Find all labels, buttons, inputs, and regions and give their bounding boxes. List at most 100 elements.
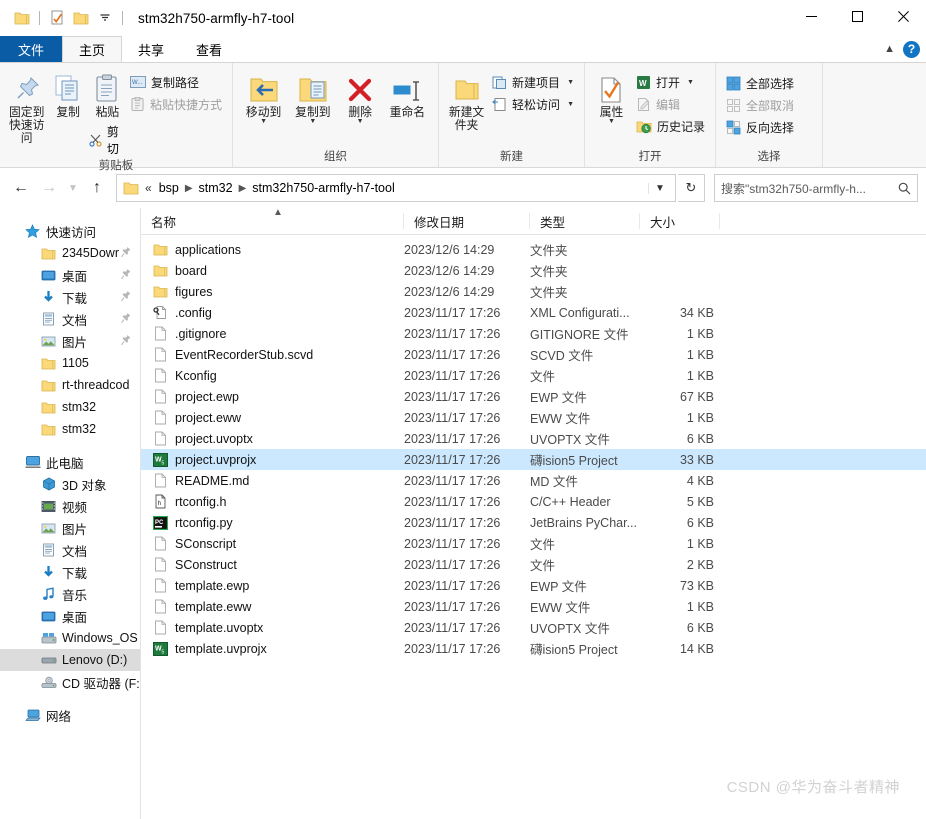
table-row[interactable]: README.md 2023/11/17 17:26 MD 文件 4 KB (141, 470, 926, 491)
quick-access-dropdown-icon[interactable] (93, 6, 117, 30)
nav-item-documents[interactable]: 文档 (0, 308, 140, 330)
copy-button[interactable]: 复制 (47, 66, 88, 119)
copy-to-caret-icon[interactable]: ▼ (309, 118, 316, 125)
properties-button[interactable]: 属性 ▼ (591, 66, 632, 125)
nav-item-stm32-a[interactable]: stm32 (0, 396, 140, 418)
tab-share[interactable]: 共享 (122, 36, 180, 62)
table-row[interactable]: template.uvoptx 2023/11/17 17:26 UVOPTX … (141, 617, 926, 638)
select-all-button[interactable]: 全部选择 (722, 72, 798, 94)
breadcrumb-separator-icon[interactable]: ▶ (237, 183, 249, 194)
table-row[interactable]: figures 2023/12/6 14:29 文件夹 (141, 281, 926, 302)
table-row[interactable]: EventRecorderStub.scvd 2023/11/17 17:26 … (141, 344, 926, 365)
search-input[interactable]: 搜索"stm32h750-armfly-h... (714, 174, 918, 202)
table-row[interactable]: Kconfig 2023/11/17 17:26 文件 1 KB (141, 365, 926, 386)
nav-item-rt-threadcod[interactable]: rt-threadcod (0, 374, 140, 396)
address-dropdown-icon[interactable]: ▼ (648, 182, 671, 194)
nav-item-windows-os[interactable]: Windows_OS (0, 627, 140, 649)
breadcrumb-overflow[interactable]: « (142, 181, 155, 195)
nav-item-desktop-pc[interactable]: 桌面 (0, 605, 140, 627)
table-row[interactable]: project.uvoptx 2023/11/17 17:26 UVOPTX 文… (141, 428, 926, 449)
help-icon[interactable]: ? (903, 40, 920, 58)
breadcrumb-separator-icon[interactable]: ▶ (183, 183, 195, 194)
nav-item-pictures[interactable]: 图片 (0, 330, 140, 352)
table-row[interactable]: h rtconfig.h 2023/11/17 17:26 C/C++ Heade… (141, 491, 926, 512)
back-arrow-icon[interactable]: ← (8, 175, 34, 201)
table-row[interactable]: project.eww 2023/11/17 17:26 EWW 文件 1 KB (141, 407, 926, 428)
column-header-date[interactable]: 修改日期 (404, 213, 530, 230)
move-to-caret-icon[interactable]: ▼ (260, 118, 267, 125)
invert-selection-button[interactable]: 反向选择 (722, 116, 798, 138)
breadcrumb[interactable]: « bsp ▶ stm32 ▶ stm32h750-armfly-h7-tool… (116, 174, 676, 202)
forward-arrow-icon[interactable]: → (36, 175, 62, 201)
table-row[interactable]: template.ewp 2023/11/17 17:26 EWP 文件 73 … (141, 575, 926, 596)
rename-button[interactable]: 重命名 (383, 66, 431, 119)
nav-root-network[interactable]: 网络 (0, 704, 140, 726)
nav-item-downloads-pc[interactable]: 下载 (0, 561, 140, 583)
pin-icon[interactable] (120, 246, 131, 259)
table-row[interactable]: applications 2023/12/6 14:29 文件夹 (141, 239, 926, 260)
delete-caret-icon[interactable]: ▼ (357, 118, 364, 125)
cut-label[interactable]: 剪切 (107, 123, 126, 157)
pin-icon[interactable] (120, 290, 131, 303)
select-none-button[interactable]: 全部取消 (722, 94, 798, 116)
column-header-type[interactable]: 类型 (530, 213, 640, 230)
pin-icon[interactable] (120, 312, 131, 325)
nav-item-pictures-pc[interactable]: 图片 (0, 517, 140, 539)
pin-icon[interactable] (120, 268, 131, 281)
chevron-up-icon[interactable]: ▲ (884, 43, 895, 55)
pin-to-quick-access-button[interactable]: 固定到快速访问 (6, 66, 47, 145)
nav-item-lenovo-d[interactable]: Lenovo (D:) (0, 649, 140, 671)
nav-item-desktop[interactable]: 桌面 (0, 264, 140, 286)
recent-locations-chevron-down-icon[interactable]: ▼ (64, 175, 82, 201)
maximize-button[interactable] (834, 0, 880, 32)
refresh-icon[interactable]: ↻ (678, 174, 705, 202)
column-header-size[interactable]: 大小 (640, 213, 720, 230)
nav-item-music[interactable]: 音乐 (0, 583, 140, 605)
copy-path-button[interactable]: W... 复制路径 (126, 71, 226, 93)
new-item-caret-icon[interactable]: ▼ (567, 79, 574, 86)
table-row[interactable]: PC rtconfig.py 2023/11/17 17:26 JetBrains… (141, 512, 926, 533)
nav-item-downloads[interactable]: 下载 (0, 286, 140, 308)
pin-icon[interactable] (120, 334, 131, 347)
breadcrumb-item-stm32[interactable]: stm32 (195, 181, 237, 195)
nav-root-quick-access[interactable]: 快速访问 (0, 220, 140, 242)
table-row[interactable]: SConscript 2023/11/17 17:26 文件 1 KB (141, 533, 926, 554)
nav-root-this-pc[interactable]: 此电脑 (0, 451, 140, 473)
new-item-button[interactable]: 新建项目 ▼ (488, 71, 578, 93)
edit-button[interactable]: 编辑 (632, 93, 709, 115)
folder-icon[interactable] (10, 6, 34, 30)
nav-item-stm32-b[interactable]: stm32 (0, 418, 140, 440)
table-row[interactable]: .config 2023/11/17 17:26 XML Configurati… (141, 302, 926, 323)
history-button[interactable]: 历史记录 (632, 115, 709, 137)
properties-caret-icon[interactable]: ▼ (608, 118, 615, 125)
easy-access-caret-icon[interactable]: ▼ (567, 101, 574, 108)
delete-button[interactable]: 删除 ▼ (338, 66, 382, 125)
copy-to-button[interactable]: 复制到 ▼ (289, 66, 337, 125)
nav-item-videos[interactable]: 视频 (0, 495, 140, 517)
paste-button[interactable]: 粘贴 剪切 (89, 66, 126, 157)
up-arrow-icon[interactable]: ↑ (84, 175, 110, 201)
tab-home[interactable]: 主页 (62, 36, 123, 62)
table-row[interactable]: SConstruct 2023/11/17 17:26 文件 2 KB (141, 554, 926, 575)
table-row[interactable]: W 5 template.uvprojx 2023/11/17 17:26 礴isi… (141, 638, 926, 659)
close-button[interactable] (880, 0, 926, 32)
nav-item-1105[interactable]: 1105 (0, 352, 140, 374)
tab-view[interactable]: 查看 (180, 36, 238, 62)
breadcrumb-item-current[interactable]: stm32h750-armfly-h7-tool (248, 181, 398, 195)
new-folder-button[interactable]: 新建文件夹 (445, 66, 488, 132)
open-button[interactable]: W 打开 ▼ (632, 71, 709, 93)
table-row[interactable]: template.eww 2023/11/17 17:26 EWW 文件 1 K… (141, 596, 926, 617)
minimize-button[interactable] (788, 0, 834, 32)
open-caret-icon[interactable]: ▼ (687, 79, 694, 86)
tab-file[interactable]: 文件 (0, 36, 63, 62)
table-row[interactable]: project.ewp 2023/11/17 17:26 EWP 文件 67 K… (141, 386, 926, 407)
table-row[interactable]: board 2023/12/6 14:29 文件夹 (141, 260, 926, 281)
nav-item-3d-objects[interactable]: 3D 对象 (0, 473, 140, 495)
easy-access-button[interactable]: 轻松访问 ▼ (488, 93, 578, 115)
nav-item-2345dowr[interactable]: 2345Dowr (0, 242, 140, 264)
breadcrumb-item-bsp[interactable]: bsp (155, 181, 183, 195)
table-row-selected[interactable]: W 5 project.uvprojx 2023/11/17 17:26 礴isio… (141, 449, 926, 470)
paste-shortcut-button[interactable]: 粘贴快捷方式 (126, 93, 226, 115)
nav-item-documents-pc[interactable]: 文档 (0, 539, 140, 561)
properties-checked-icon[interactable] (45, 6, 69, 30)
